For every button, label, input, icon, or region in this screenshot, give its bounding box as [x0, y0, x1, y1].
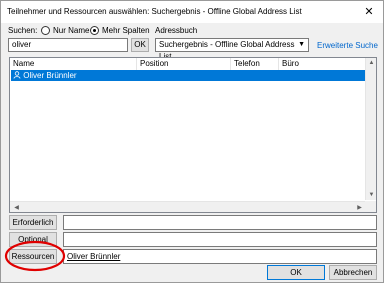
highlight-circle: [4, 240, 66, 272]
radio-name-only-label: Nur Name: [53, 26, 90, 35]
resources-field-value: Oliver Brünnler: [67, 252, 121, 261]
select-attendees-dialog: Teilnehmer und Ressourcen auswählen: Suc…: [0, 0, 384, 283]
title-bar: Teilnehmer und Ressourcen auswählen: Suc…: [1, 1, 383, 23]
scroll-down-icon[interactable]: ▼: [366, 192, 377, 198]
addressbook-label: Adressbuch: [155, 26, 198, 35]
person-icon: [13, 71, 23, 80]
radio-more-columns-label: Mehr Spalten: [102, 26, 150, 35]
chevron-down-icon: ▼: [298, 41, 305, 48]
scroll-left-icon[interactable]: ◀: [11, 204, 22, 211]
optional-field[interactable]: [63, 232, 377, 247]
list-item[interactable]: Oliver Brünnler: [11, 70, 365, 81]
column-header-office[interactable]: Büro: [279, 58, 366, 70]
required-field[interactable]: [63, 215, 377, 230]
vertical-scrollbar[interactable]: ▲ ▼: [365, 58, 376, 200]
list-item-name: Oliver Brünnler: [23, 71, 77, 80]
search-input[interactable]: oliver: [8, 38, 128, 52]
addressbook-select[interactable]: Suchergebnis - Offline Global Address Li…: [155, 38, 309, 61]
required-button[interactable]: Erforderlich: [9, 215, 57, 230]
radio-name-only[interactable]: [41, 26, 50, 35]
column-header-position[interactable]: Position: [137, 58, 231, 70]
results-list[interactable]: Name Position Telefon geschäftlich Büro …: [9, 57, 377, 213]
search-ok-button[interactable]: OK: [131, 38, 149, 52]
cancel-button[interactable]: Abbrechen: [329, 265, 377, 280]
advanced-search-link[interactable]: Erweiterte Suche: [317, 41, 378, 50]
scroll-right-icon[interactable]: ▶: [354, 204, 365, 211]
search-input-value: oliver: [12, 40, 32, 49]
horizontal-scrollbar[interactable]: ◀ ▶: [10, 201, 366, 212]
scroll-up-icon[interactable]: ▲: [366, 60, 377, 66]
scrollbar-corner: [365, 201, 376, 212]
close-icon[interactable]: ✕: [361, 4, 377, 20]
window-title: Teilnehmer und Ressourcen auswählen: Suc…: [7, 7, 302, 16]
search-label: Suchen:: [8, 26, 38, 35]
resources-field[interactable]: Oliver Brünnler: [63, 249, 377, 264]
column-header-name[interactable]: Name: [10, 58, 137, 70]
ok-button[interactable]: OK: [267, 265, 325, 280]
column-header-phone[interactable]: Telefon geschäftlich: [231, 58, 279, 80]
radio-more-columns[interactable]: [90, 26, 99, 35]
